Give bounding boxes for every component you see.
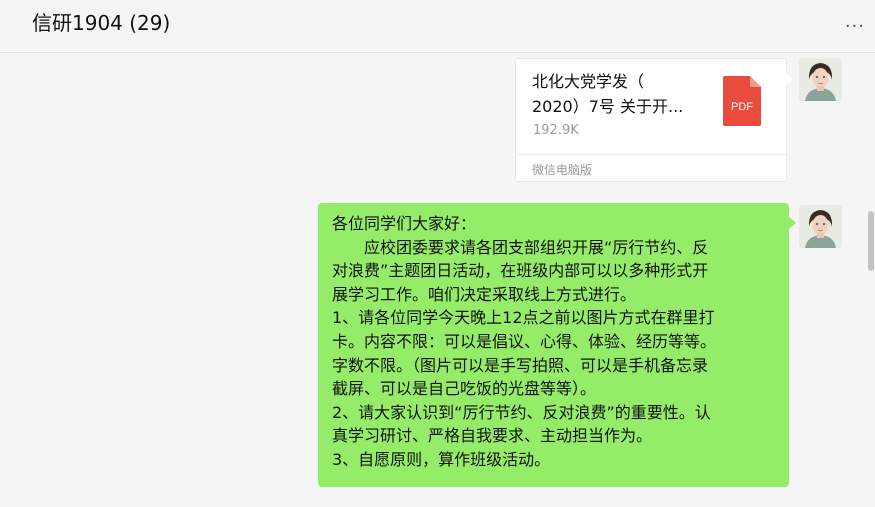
file-message-bubble[interactable]: 北化大党学发（ 2020）7号 关于开... 192.9K PDF 微信电脑版 xyxy=(515,58,793,182)
more-options-button[interactable]: ··· xyxy=(845,18,865,36)
file-source-label: 微信电脑版 xyxy=(532,163,593,177)
message-line: 3、自愿原则，算作班级活动。 xyxy=(332,449,551,469)
chat-title: 信研1904 (29) xyxy=(32,11,171,35)
message-line: 字数不限。（图片可以是手写拍照、可以是手机备忘录 xyxy=(332,355,709,375)
file-size: 192.9K xyxy=(533,123,579,138)
message-line: 1、请各位同学今天晚上12点之前以图片方式在群里打 xyxy=(332,308,715,328)
file-name: 北化大党学发（ 2020）7号 关于开... xyxy=(532,69,707,119)
message-line: 对浪费”主题团日活动，在班级内部可以以多种形式开 xyxy=(332,261,709,281)
file-card-divider xyxy=(516,154,786,155)
sender-avatar[interactable] xyxy=(799,58,842,101)
file-name-line-1: 北化大党学发（ xyxy=(532,72,645,91)
message-line: 展学习工作。咱们决定采取线上方式进行。 xyxy=(332,284,637,304)
message-line: 2、请大家认识到“厉行节约、反对浪费”的重要性。认 xyxy=(332,402,711,422)
sender-avatar[interactable] xyxy=(799,205,842,248)
chat-scrollbar[interactable] xyxy=(868,211,874,271)
message-line: 卡。内容不限：可以是倡议、心得、体验、经历等等。 xyxy=(332,331,717,351)
pdf-icon-label: PDF xyxy=(731,101,753,113)
text-message-bubble[interactable]: 各位同学们大家好： 应校团委要求请各团支部组织开展“厉行节约、反 对浪费”主题团… xyxy=(318,203,796,487)
message-line: 截屏、可以是自己吃饭的光盘等等）。 xyxy=(332,379,597,399)
file-name-line-2: 2020）7号 关于开... xyxy=(532,97,684,116)
message-line: 各位同学们大家好： xyxy=(332,214,477,233)
chat-header: 信研1904 (29) ··· xyxy=(0,0,875,53)
message-line: 真学习研讨、严格自我要求、主动担当作为。 xyxy=(332,426,653,446)
pdf-file-icon: PDF xyxy=(723,76,761,126)
message-line: 应校团委要求请各团支部组织开展“厉行节约、反 xyxy=(332,237,709,257)
